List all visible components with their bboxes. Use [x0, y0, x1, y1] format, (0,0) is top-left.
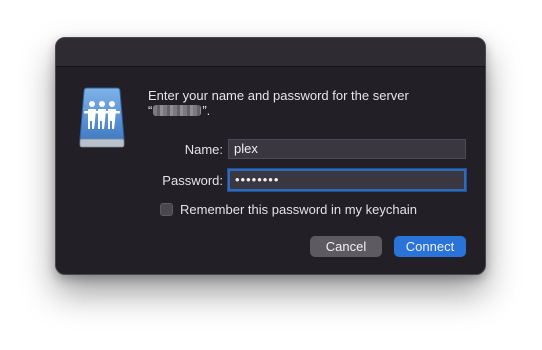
prompt-line: Enter your name and password for the ser… — [148, 88, 409, 103]
server-name-line: “ ”. — [148, 103, 409, 118]
password-label: Password: — [162, 173, 223, 188]
shared-server-icon — [79, 87, 125, 148]
connect-button[interactable]: Connect — [394, 236, 466, 257]
server-login-dialog: Enter your name and password for the ser… — [55, 37, 486, 275]
prompt-text: Enter your name and password for the ser… — [148, 88, 409, 118]
close-quote: ”. — [202, 103, 211, 118]
dialog-titlebar[interactable] — [56, 38, 485, 67]
redacted-server-name — [153, 105, 202, 116]
open-quote: “ — [148, 103, 153, 118]
name-field[interactable]: plex — [228, 139, 466, 159]
password-field[interactable]: •••••••• — [228, 169, 466, 191]
remember-label[interactable]: Remember this password in my keychain — [180, 202, 417, 217]
name-label: Name: — [184, 142, 223, 157]
cancel-button[interactable]: Cancel — [310, 236, 382, 257]
remember-row[interactable]: Remember this password in my keychain — [160, 202, 417, 217]
remember-checkbox[interactable] — [160, 203, 173, 216]
